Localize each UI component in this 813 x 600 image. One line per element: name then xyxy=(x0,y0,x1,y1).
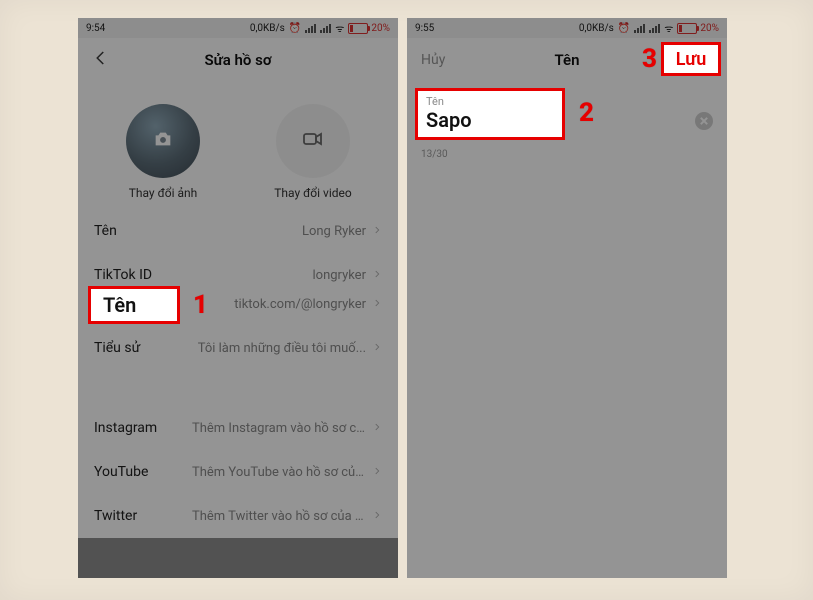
chevron-right-icon xyxy=(372,341,382,356)
media-row: Thay đổi ảnh Thay đổi video xyxy=(78,82,398,209)
callout-number-2: 2 xyxy=(579,98,594,128)
cancel-button[interactable]: Hủy xyxy=(421,52,469,68)
row-name-label: Tên xyxy=(94,223,117,239)
top-nav: Sửa hồ sơ xyxy=(78,38,398,82)
video-icon xyxy=(301,127,325,155)
callout-name-row: Tên xyxy=(88,286,180,324)
status-bar: 9:54 0,0KB/s ⏰ ᯤ 20% xyxy=(78,18,398,38)
section-gap xyxy=(78,370,398,406)
row-instagram-label: Instagram xyxy=(94,420,157,436)
row-bio-value: Tôi làm những điều tôi muố... xyxy=(198,341,366,356)
row-youtube[interactable]: YouTube Thêm YouTube vào hồ sơ của bạn xyxy=(78,450,398,494)
close-icon xyxy=(700,117,708,125)
back-button[interactable] xyxy=(92,49,140,71)
chevron-right-icon xyxy=(372,421,382,436)
signal-icon xyxy=(320,24,331,33)
signal-icon xyxy=(634,24,645,33)
status-net: 0,0KB/s xyxy=(579,23,614,34)
row-id-value: longryker xyxy=(313,268,367,283)
alarm-icon: ⏰ xyxy=(289,23,301,34)
change-photo[interactable]: Thay đổi ảnh xyxy=(108,104,218,201)
row-name[interactable]: Tên Long Ryker xyxy=(78,209,398,253)
callout-name-field: Tên Sapo xyxy=(415,88,565,140)
change-video[interactable]: Thay đổi video xyxy=(258,104,368,201)
battery-icon: 20% xyxy=(677,23,719,34)
status-time: 9:55 xyxy=(415,23,434,34)
row-twitter-value: Thêm Twitter vào hồ sơ của bạn xyxy=(192,509,366,524)
row-youtube-label: YouTube xyxy=(94,464,148,480)
row-bio-label: Tiểu sử xyxy=(94,340,140,356)
callout-number-3: 3 xyxy=(642,44,657,74)
chevron-right-icon xyxy=(372,509,382,524)
row-name-value: Long Ryker xyxy=(302,224,366,239)
chevron-right-icon xyxy=(372,224,382,239)
profile-rows: Tên Long Ryker TikTok ID longryker tikto… xyxy=(78,209,398,538)
row-instagram[interactable]: Instagram Thêm Instagram vào hồ sơ của b… xyxy=(78,406,398,450)
callout-save-button: Lưu xyxy=(661,42,721,76)
chevron-right-icon xyxy=(372,297,382,312)
edit-profile-screen: 9:54 0,0KB/s ⏰ ᯤ 20% Sửa hồ sơ xyxy=(78,18,398,578)
change-video-label: Thay đổi video xyxy=(274,186,351,201)
camera-icon xyxy=(152,128,174,154)
row-instagram-value: Thêm Instagram vào hồ sơ của bạn xyxy=(192,421,366,436)
clear-button[interactable] xyxy=(695,112,713,130)
row-youtube-value: Thêm YouTube vào hồ sơ của bạn xyxy=(192,465,366,480)
row-id-label: TikTok ID xyxy=(94,267,152,283)
signal-icon xyxy=(649,24,660,33)
status-time: 9:54 xyxy=(86,23,105,34)
change-photo-label: Thay đổi ảnh xyxy=(129,186,198,201)
callout-number-1: 1 xyxy=(193,290,208,320)
status-bar: 9:55 0,0KB/s ⏰ ᯤ 20% xyxy=(407,18,727,38)
signal-icon xyxy=(305,24,316,33)
chevron-right-icon xyxy=(372,268,382,283)
char-counter: 13/30 xyxy=(421,149,713,160)
name-edit-body: Tên Sapo 13/30 xyxy=(407,82,727,578)
row-twitter-label: Twitter xyxy=(94,508,137,524)
chevron-right-icon xyxy=(372,465,382,480)
battery-icon: 20% xyxy=(348,23,390,34)
row-twitter[interactable]: Twitter Thêm Twitter vào hồ sơ của bạn xyxy=(78,494,398,538)
wifi-icon: ᯤ xyxy=(335,21,344,35)
wifi-icon: ᯤ xyxy=(664,21,673,35)
row-link-value: tiktok.com/@longryker xyxy=(234,297,366,312)
status-net: 0,0KB/s xyxy=(250,23,285,34)
alarm-icon: ⏰ xyxy=(618,23,630,34)
row-bio[interactable]: Tiểu sử Tôi làm những điều tôi muố... xyxy=(78,326,398,370)
edit-name-screen: 9:55 0,0KB/s ⏰ ᯤ 20% Hủy Tên Lưu Tên Sap… xyxy=(407,18,727,578)
avatar xyxy=(126,104,200,178)
